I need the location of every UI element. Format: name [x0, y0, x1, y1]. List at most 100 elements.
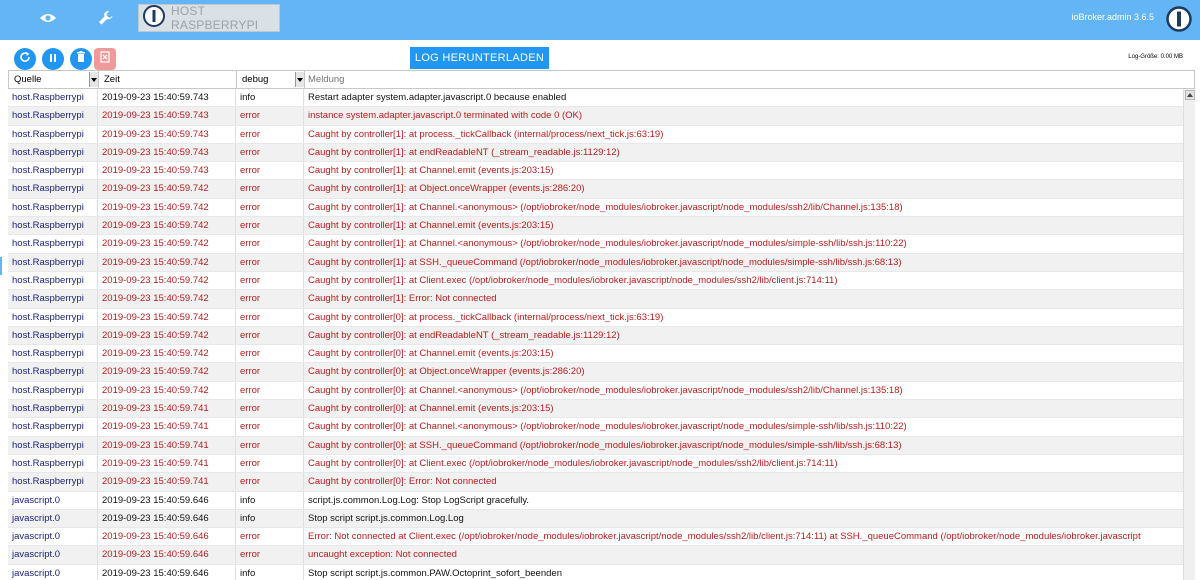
level-cell: info	[236, 564, 304, 580]
message-cell: Caught by controller[0]: Error: Not conn…	[308, 476, 497, 488]
message-cell: Stop script script.js.common.PAW.Octopri…	[308, 567, 562, 579]
table-row: host.Raspberrypi 2019-09-23 15:40:59.742 e…	[8, 326, 1183, 346]
message-cell: instance system.adapter.javascript.0 ter…	[308, 110, 583, 122]
message-cell: Caught by controller[1]: at process._tic…	[308, 128, 664, 140]
message-cell: Caught by controller[1]: at Channel.<ano…	[308, 238, 907, 250]
message-cell: Caught by controller[1]: at Channel.<ano…	[308, 201, 903, 213]
source-cell: host.Raspberrypi	[8, 217, 98, 235]
table-row: host.Raspberrypi 2019-09-23 15:40:59.742 e…	[8, 235, 1183, 254]
log-toolbar: LOG HERUNTERLADEN Log-Größe: 0.00 MB	[0, 40, 1200, 70]
time-cell: 2019-09-23 15:40:59.742	[98, 198, 236, 217]
level-cell: error	[236, 143, 304, 162]
source-cell: javascript.0	[8, 546, 98, 564]
table-row: javascript.0 2019-09-23 15:40:59.646 error…	[8, 546, 1183, 565]
table-row: host.Raspberrypi 2019-09-23 15:40:59.743 i…	[8, 89, 1183, 108]
time-cell: 2019-09-23 15:40:59.743	[98, 107, 236, 125]
source-cell: javascript.0	[8, 564, 98, 580]
source-cell: host.Raspberrypi	[8, 381, 98, 400]
time-cell: 2019-09-23 15:40:59.742	[98, 217, 236, 235]
message-cell: Caught by controller[0]: at endReadableN…	[308, 329, 620, 341]
eye-icon[interactable]	[34, 6, 62, 30]
message-cell: Caught by controller[1]: at Object.onceW…	[308, 183, 585, 195]
time-cell: 2019-09-23 15:40:59.742	[98, 253, 236, 271]
source-filter[interactable]: Quelle	[9, 71, 99, 88]
source-header: Quelle	[14, 74, 42, 85]
message-cell: Caught by controller[1]: at Channel.emit…	[308, 220, 554, 232]
message-cell: Caught by controller[0]: at Channel.emit…	[308, 403, 554, 415]
level-cell: error	[236, 546, 304, 564]
source-cell: host.Raspberrypi	[8, 345, 98, 363]
level-filter[interactable]: debug	[237, 71, 305, 88]
tab-host-raspberrypi[interactable]: HOST RASPBERRYPI	[138, 4, 280, 32]
refresh-button[interactable]	[14, 48, 36, 70]
source-cell: host.Raspberrypi	[8, 363, 98, 381]
source-cell: host.Raspberrypi	[8, 107, 98, 125]
level-cell: error	[236, 436, 304, 454]
time-cell: 2019-09-23 15:40:59.743	[98, 89, 236, 107]
level-filter-value: debug	[242, 74, 269, 85]
time-cell: 2019-09-23 15:40:59.743	[98, 143, 236, 162]
level-cell: error	[236, 473, 304, 491]
table-row: host.Raspberrypi 2019-09-23 15:40:59.742 e…	[8, 217, 1183, 236]
source-cell: host.Raspberrypi	[8, 253, 98, 271]
level-cell: error	[236, 381, 304, 400]
vertical-scrollbar[interactable]	[1183, 89, 1195, 580]
table-row: host.Raspberrypi 2019-09-23 15:40:59.741 e…	[8, 454, 1183, 474]
pause-icon	[48, 50, 58, 68]
time-cell: 2019-09-23 15:40:59.646	[98, 491, 236, 509]
table-row: host.Raspberrypi 2019-09-23 15:40:59.741 e…	[8, 473, 1183, 492]
level-cell: error	[236, 235, 304, 253]
table-row: host.Raspberrypi 2019-09-23 15:40:59.742 e…	[8, 363, 1183, 382]
chevron-down-icon[interactable]	[89, 72, 98, 87]
message-cell: Caught by controller[0]: at Client.exec …	[308, 457, 838, 469]
time-cell: 2019-09-23 15:40:59.742	[98, 363, 236, 381]
level-cell: error	[236, 271, 304, 290]
source-cell: host.Raspberrypi	[8, 198, 98, 217]
iobroker-logo-icon	[143, 4, 165, 32]
level-cell: info	[236, 89, 304, 107]
level-cell: error	[236, 326, 304, 345]
source-cell: host.Raspberrypi	[8, 89, 98, 107]
wrench-icon[interactable]	[92, 6, 120, 30]
message-cell: Caught by controller[1]: at endReadableN…	[308, 146, 620, 158]
time-cell: 2019-09-23 15:40:59.741	[98, 400, 236, 418]
source-cell: host.Raspberrypi	[8, 436, 98, 454]
level-cell: error	[236, 198, 304, 217]
time-cell: 2019-09-23 15:40:59.646	[98, 546, 236, 564]
time-cell: 2019-09-23 15:40:59.742	[98, 308, 236, 326]
source-cell: host.Raspberrypi	[8, 418, 98, 436]
source-cell: javascript.0	[8, 528, 98, 546]
level-cell: error	[236, 345, 304, 363]
source-cell: host.Raspberrypi	[8, 271, 98, 290]
message-cell: script.js.common.Log.Log: Stop LogScript…	[308, 494, 530, 506]
time-cell: 2019-09-23 15:40:59.646	[98, 509, 236, 528]
time-cell: 2019-09-23 15:40:59.741	[98, 454, 236, 473]
scroll-up-arrow-icon[interactable]	[1185, 90, 1195, 100]
table-row: host.Raspberrypi 2019-09-23 15:40:59.743 e…	[8, 107, 1183, 126]
level-cell: error	[236, 290, 304, 308]
message-filter-cell	[305, 71, 1194, 88]
message-cell: Error: Not connected at Client.exec (/op…	[308, 531, 1141, 543]
message-filter-input[interactable]	[308, 71, 1194, 88]
pause-button[interactable]	[42, 48, 64, 70]
message-cell: Restart adapter system.adapter.javascrip…	[308, 92, 567, 103]
top-bar: HOST RASPBERRYPI ioBroker.admin 3.6.5	[0, 0, 1200, 40]
clear-log-file-button[interactable]	[94, 48, 116, 70]
chevron-down-icon[interactable]	[295, 72, 304, 87]
message-cell: Stop script script.js.common.Log.Log	[308, 512, 464, 524]
delete-button[interactable]	[70, 48, 92, 70]
download-log-button[interactable]: LOG HERUNTERLADEN	[410, 47, 549, 69]
table-row: host.Raspberrypi 2019-09-23 15:40:59.743 e…	[8, 143, 1183, 163]
time-cell: 2019-09-23 15:40:59.741	[98, 418, 236, 436]
time-cell: 2019-09-23 15:40:59.742	[98, 235, 236, 253]
level-cell: info	[236, 509, 304, 528]
clear-file-icon	[100, 50, 110, 68]
host-tab-label: HOST RASPBERRYPI	[171, 4, 259, 32]
table-row: host.Raspberrypi 2019-09-23 15:40:59.741 e…	[8, 418, 1183, 437]
log-size-label: Log-Größe: 0.00 MB	[1128, 54, 1183, 60]
level-cell: info	[236, 491, 304, 509]
source-cell: host.Raspberrypi	[8, 125, 98, 143]
message-cell: Caught by controller[0]: at process._tic…	[308, 311, 664, 323]
time-cell: 2019-09-23 15:40:59.742	[98, 345, 236, 363]
table-row: host.Raspberrypi 2019-09-23 15:40:59.741 e…	[8, 400, 1183, 419]
